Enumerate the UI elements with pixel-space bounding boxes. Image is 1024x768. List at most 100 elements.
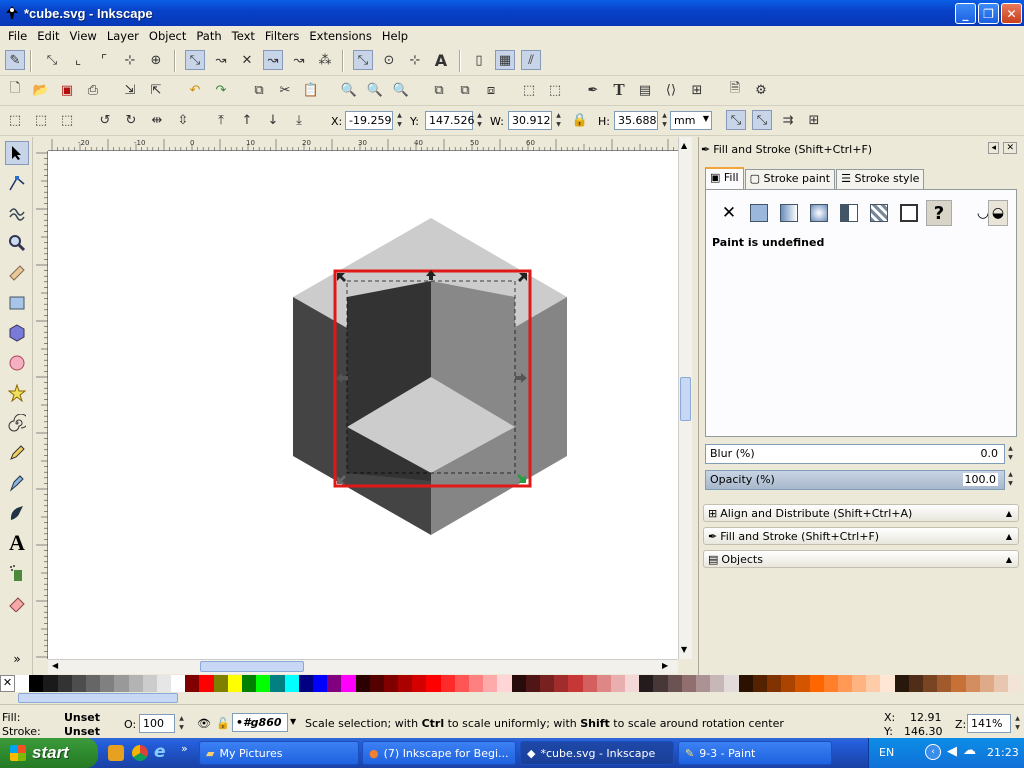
palette-swatch[interactable] [412, 675, 427, 692]
clone-icon[interactable]: ⧉ [455, 80, 475, 100]
snap-object-center-icon[interactable]: ⁂ [315, 50, 335, 70]
start-button[interactable]: start [0, 738, 98, 768]
zoom-spin[interactable]: ▲ ▼ [1013, 714, 1022, 733]
align-distribute-expander[interactable]: ⊞ Align and Distribute (Shift+Ctrl+A) ▲ [703, 504, 1019, 522]
deselect-icon[interactable]: ⬚ [57, 110, 77, 130]
palette-swatch[interactable] [724, 675, 739, 692]
spray-tool-icon[interactable] [5, 561, 29, 585]
print-icon[interactable]: ⎙ [83, 80, 103, 100]
palette-swatch[interactable] [923, 675, 938, 692]
palette-swatch[interactable] [539, 675, 555, 692]
palette-swatch[interactable] [866, 675, 881, 692]
menu-text[interactable]: Text [227, 29, 260, 43]
spiral-tool-icon[interactable] [5, 411, 29, 435]
menu-extensions[interactable]: Extensions [304, 29, 376, 43]
y-spin[interactable]: ▲ ▼ [475, 111, 484, 130]
transform-patterns-icon[interactable]: ⊞ [804, 110, 824, 130]
duplicate-icon[interactable]: ⧉ [429, 80, 449, 100]
snap-bbox-center-icon[interactable]: ⊕ [146, 50, 166, 70]
tray-network-icon[interactable]: ◀ [947, 744, 957, 759]
palette-swatch[interactable] [568, 675, 583, 692]
undefined-paint-icon[interactable]: ? [926, 200, 952, 226]
tab-stroke-paint[interactable]: ▢ Stroke paint [744, 169, 836, 189]
palette-scroll-thumb[interactable] [18, 693, 178, 703]
palette-swatch[interactable] [100, 675, 115, 692]
vertical-scrollbar[interactable]: ▲ ▼ [678, 137, 692, 659]
cut-icon[interactable]: ✂ [275, 80, 295, 100]
flip-horizontal-icon[interactable]: ⇹ [147, 110, 167, 130]
palette-swatch[interactable] [937, 675, 952, 692]
palette-swatch[interactable] [639, 675, 654, 692]
blur-value[interactable]: 0.0 [981, 447, 999, 460]
palette-swatch[interactable] [256, 675, 271, 692]
fill-stroke-icon[interactable]: ✒ [583, 80, 603, 100]
select-all-layers-icon[interactable]: ⬚ [31, 110, 51, 130]
ungroup-icon[interactable]: ⬚ [545, 80, 565, 100]
palette-swatch[interactable] [156, 675, 172, 692]
palette-swatch[interactable] [696, 675, 711, 692]
zoom-tool-icon[interactable] [5, 231, 29, 255]
palette-swatch[interactable] [738, 675, 753, 692]
palette-swatch[interactable] [752, 675, 767, 692]
w-spin[interactable]: ▲ ▼ [554, 111, 563, 130]
palette-swatch[interactable] [837, 675, 853, 692]
horizontal-scrollbar[interactable]: ◀ ▶ [48, 659, 678, 674]
palette-swatch[interactable] [227, 675, 242, 692]
h-field[interactable]: 35.688 [614, 111, 658, 130]
palette-swatch[interactable] [908, 675, 923, 692]
vertical-ruler[interactable] [34, 151, 48, 659]
palette-swatch[interactable] [781, 675, 796, 692]
palette-swatch[interactable] [880, 675, 895, 692]
menu-filters[interactable]: Filters [260, 29, 304, 43]
palette-swatch[interactable] [71, 675, 86, 692]
no-color-swatch-icon[interactable]: ✕ [0, 675, 15, 692]
snap-bbox-icon[interactable]: ⤡ [42, 50, 62, 70]
current-layer-field[interactable]: •#g860 [232, 713, 288, 732]
flat-color-icon[interactable] [746, 200, 772, 226]
snap-path-icon[interactable]: ↝ [211, 50, 231, 70]
palette-swatch[interactable] [440, 675, 455, 692]
snap-midpoint-icon[interactable]: ↝ [289, 50, 309, 70]
palette-scrollbar[interactable] [0, 692, 1024, 704]
tweak-tool-icon[interactable] [5, 201, 29, 225]
scroll-right-arrow[interactable]: ▶ [662, 661, 668, 670]
maximize-button[interactable]: ❐ [978, 3, 999, 24]
eraser-tool-icon[interactable] [5, 591, 29, 615]
open-icon[interactable]: 📂 [31, 80, 51, 100]
palette-swatch[interactable] [979, 675, 994, 692]
menu-layer[interactable]: Layer [102, 29, 144, 43]
snap-enable-icon[interactable]: ✎ [5, 50, 25, 70]
lock-icon[interactable]: 🔒 [570, 110, 590, 130]
raise-icon[interactable]: ↑ [237, 110, 257, 130]
task-my-pictures[interactable]: ▰ My Pictures [199, 741, 359, 765]
undo-icon[interactable]: ↶ [185, 80, 205, 100]
stroke-value[interactable]: Unset [64, 725, 100, 738]
palette-swatch[interactable] [1008, 675, 1023, 692]
language-indicator[interactable]: EN [879, 746, 894, 759]
new-document-icon[interactable]: 🗋 [5, 80, 25, 100]
palette-swatch[interactable] [114, 675, 129, 692]
palette-swatch[interactable] [199, 675, 214, 692]
palette-swatch[interactable] [426, 675, 441, 692]
copy-icon[interactable]: ⧉ [249, 80, 269, 100]
selector-tool-icon[interactable] [5, 141, 29, 165]
x-spin[interactable]: ▲ ▼ [395, 111, 404, 130]
swatch-icon[interactable] [866, 200, 892, 226]
layers-icon[interactable]: ▤ [635, 80, 655, 100]
scroll-up-arrow[interactable]: ▲ [681, 141, 687, 150]
palette-swatch[interactable] [993, 675, 1009, 692]
3d-box-tool-icon[interactable] [5, 321, 29, 345]
fill-rule-nonzero-icon[interactable]: ◒ [988, 200, 1008, 226]
palette-swatch[interactable] [57, 675, 72, 692]
scroll-left-arrow[interactable]: ◀ [52, 661, 58, 670]
menu-edit[interactable]: Edit [32, 29, 64, 43]
palette-swatch[interactable] [823, 675, 838, 692]
text-tool-icon[interactable]: A [5, 530, 29, 555]
layer-visibility-icon[interactable]: 👁 [197, 717, 211, 730]
document-properties-icon[interactable]: 🗎 [725, 80, 745, 100]
redo-icon[interactable]: ↷ [211, 80, 231, 100]
import-icon[interactable]: ⇲ [120, 80, 140, 100]
y-field[interactable]: 147.526 [425, 111, 475, 130]
palette-swatch[interactable] [809, 675, 824, 692]
drawing-canvas[interactable] [48, 151, 678, 659]
